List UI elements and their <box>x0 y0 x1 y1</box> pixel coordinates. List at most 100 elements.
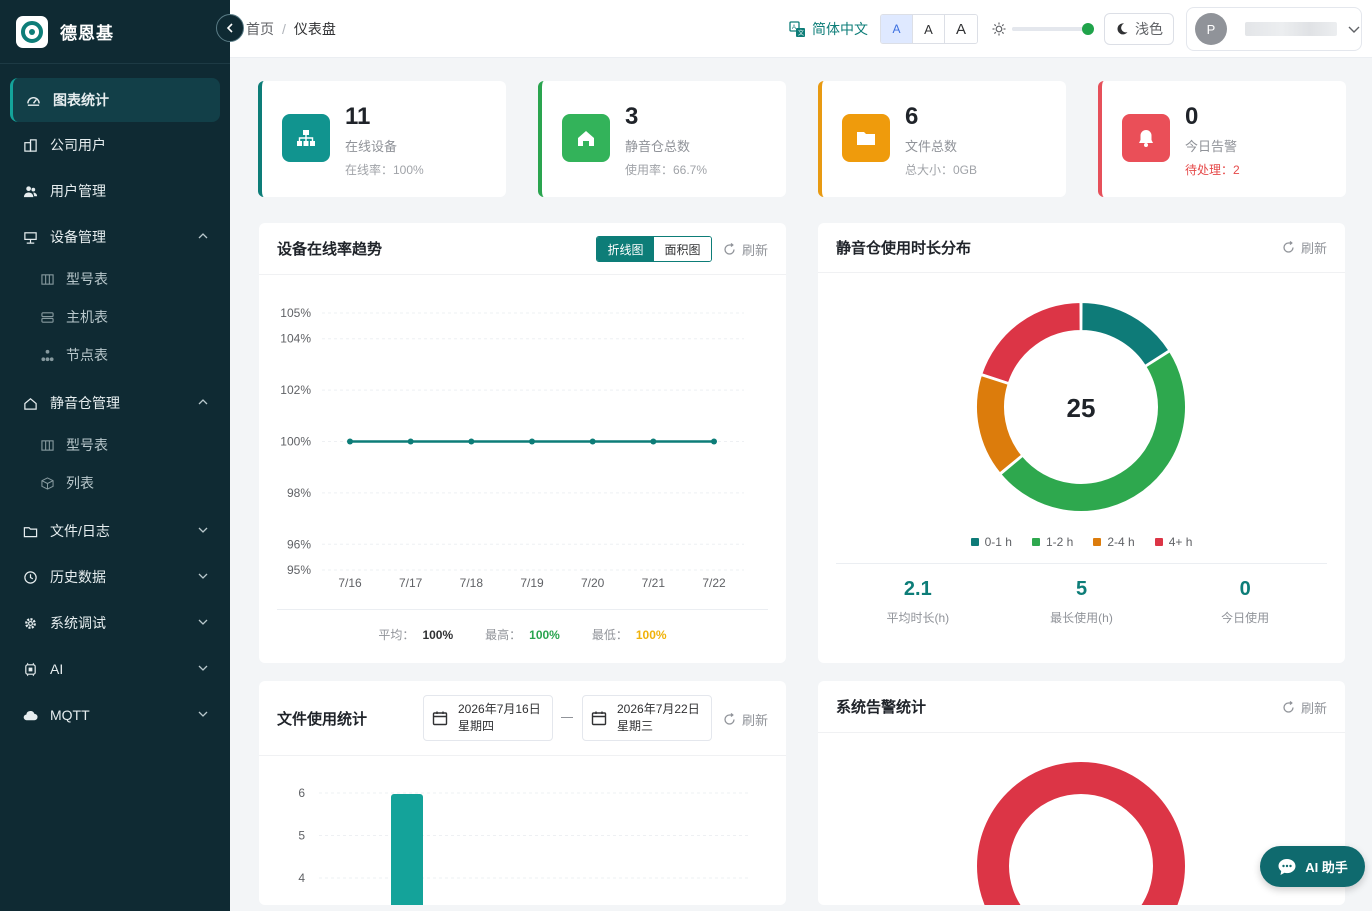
refresh-icon <box>724 243 735 255</box>
data-point <box>711 438 717 445</box>
usage-stat-value: 2.1 <box>903 578 932 600</box>
line-chart-tab[interactable]: 折线图 <box>597 237 654 261</box>
stat-card-files: 6 文件总数 总大小：0GB <box>818 81 1066 197</box>
panel-header: 设备在线率趋势 折线图 面积图 刷新 <box>259 223 786 275</box>
area-chart-tab[interactable]: 面积图 <box>654 237 711 261</box>
legend-item[interactable]: 1-2 h <box>1031 535 1074 549</box>
gear-icon <box>22 615 38 631</box>
start-weekday: 星期四 <box>458 719 495 733</box>
network-icon <box>282 114 330 162</box>
sidebar-item-dashboard[interactable]: 图表统计 <box>10 78 220 122</box>
chevron-down-icon <box>1348 26 1360 33</box>
sidebar-item-device-management[interactable]: 设备管理 <box>0 214 230 260</box>
legend-item[interactable]: 4+ h <box>1154 535 1192 549</box>
chevron-up-icon <box>198 233 208 239</box>
usage-stat-max: 5 最长使用(h) <box>1000 564 1164 626</box>
sidebar-item-history[interactable]: 历史数据 <box>0 554 230 600</box>
chat-icon <box>1278 858 1296 875</box>
sidebar-item-system-debug[interactable]: 系统调试 <box>0 600 230 646</box>
moon-icon <box>1117 23 1128 35</box>
sidebar-item-files-logs[interactable]: 文件/日志 <box>0 508 230 554</box>
start-date-picker[interactable]: 2026年7月16日 星期四 <box>423 695 553 741</box>
chevron-down-icon <box>198 573 208 579</box>
end-date-picker[interactable]: 2026年7月22日 星期三 <box>582 695 712 741</box>
sidebar-item-mqtt[interactable]: MQTT <box>0 692 230 738</box>
x-tick-label: 7/16 <box>338 576 362 590</box>
sidebar-item-ai[interactable]: AI <box>0 646 230 692</box>
data-point <box>589 438 596 445</box>
brand: 德恩基 <box>0 0 230 64</box>
trend-min-label: 最低： <box>591 628 628 642</box>
stat-label: 在线设备 <box>345 139 398 154</box>
end-date-text: 2026年7月22日 星期三 <box>617 701 700 735</box>
sidebar-subitem-cabin-list[interactable]: 列表 <box>0 464 230 502</box>
server-icon <box>40 310 54 324</box>
font-size-medium-button[interactable]: A <box>913 15 945 43</box>
sidebar-collapse-button[interactable] <box>216 14 244 42</box>
legend-swatch <box>1031 538 1040 546</box>
sidebar-item-company-users[interactable]: 公司用户 <box>0 122 230 168</box>
sidebar-item-label: 图表统计 <box>53 92 109 108</box>
theme-toggle-button[interactable]: 浅色 <box>1104 13 1174 45</box>
chevron-down-icon <box>198 527 208 533</box>
stat-value: 6 <box>905 103 919 130</box>
breadcrumb-home[interactable]: 首页 <box>246 19 274 39</box>
stat-sub: 总大小：0GB <box>905 163 978 177</box>
legend-swatch <box>1093 538 1102 546</box>
stat-sub: 待处理：2 <box>1185 163 1240 177</box>
donut-slice-4 <box>980 300 1082 385</box>
ai-assistant-button[interactable]: AI 助手 <box>1260 846 1365 887</box>
sidebar-item-label: 系统调试 <box>50 615 106 631</box>
stat-sub: 在线率：100% <box>345 163 424 177</box>
refresh-label: 刷新 <box>741 243 768 258</box>
trend-max: 最高： 100% <box>485 626 560 643</box>
font-size-large-button[interactable]: A <box>945 15 977 43</box>
stat-card-online-devices: 11 在线设备 在线率：100% <box>258 81 506 197</box>
house-icon <box>562 114 610 162</box>
home-icon <box>22 395 38 411</box>
refresh-button[interactable]: 刷新 <box>1282 238 1327 257</box>
data-point <box>468 438 475 445</box>
trend-min: 最低： 100% <box>592 626 667 643</box>
legend-item[interactable]: 2-4 h <box>1093 535 1135 549</box>
usage-stat-today: 0 今日使用 <box>1163 564 1327 626</box>
trend-summary: 平均： 100% 最高： 100% 最低： 100% <box>277 609 768 643</box>
panel-title: 系统告警统计 <box>836 699 927 716</box>
sidebar-subitem-hosts[interactable]: 主机表 <box>0 298 230 336</box>
refresh-icon <box>724 713 735 725</box>
sidebar-subitem-nodes[interactable]: 节点表 <box>0 336 230 374</box>
refresh-label: 刷新 <box>741 713 768 728</box>
usage-summary: 2.1 平均时长(h) 5 最长使用(h) 0 今日使用 <box>836 563 1327 626</box>
language-switch[interactable]: A文 简体中文 <box>789 19 868 39</box>
x-tick-label: 7/18 <box>460 576 484 590</box>
brightness-slider-thumb[interactable] <box>1082 23 1094 35</box>
refresh-button[interactable]: 刷新 <box>723 710 768 729</box>
legend-label: 2-4 h <box>1107 535 1135 549</box>
refresh-button[interactable]: 刷新 <box>1282 698 1327 717</box>
user-menu[interactable]: P <box>1186 7 1362 51</box>
breadcrumb-separator: / <box>282 20 286 37</box>
font-size-small-button[interactable]: A <box>881 15 913 43</box>
history-icon <box>22 569 38 585</box>
sidebar-subitem-cabin-models[interactable]: 型号表 <box>0 426 230 464</box>
y-tick-label: 98% <box>287 486 311 500</box>
donut-slice-3 <box>975 373 1024 475</box>
brightness-slider[interactable] <box>1012 23 1094 35</box>
sidebar-subitem-device-models[interactable]: 型号表 <box>0 260 230 298</box>
sidebar: 德恩基 图表统计 公司用户 用户管理 设备管理 型号表 主机表 节点表 静音仓管… <box>0 0 230 911</box>
donut-slice-2 <box>999 349 1187 513</box>
y-tick-label: 100% <box>280 435 311 449</box>
date-range-separator <box>561 717 573 718</box>
chevron-down-icon <box>198 665 208 671</box>
y-tick-label: 5 <box>298 829 305 843</box>
logo-icon <box>16 15 48 48</box>
legend-label: 1-2 h <box>1045 535 1074 549</box>
file-usage-chart: 6 5 4 <box>298 786 751 905</box>
end-date: 2026年7月22日 <box>617 702 700 716</box>
legend-item[interactable]: 0-1 h <box>970 535 1012 549</box>
refresh-button[interactable]: 刷新 <box>723 240 768 259</box>
sidebar-item-cabin-management[interactable]: 静音仓管理 <box>0 380 230 426</box>
sidebar-subitem-label: 列表 <box>66 475 94 491</box>
sidebar-item-user-management[interactable]: 用户管理 <box>0 168 230 214</box>
stat-label: 文件总数 <box>905 139 958 154</box>
